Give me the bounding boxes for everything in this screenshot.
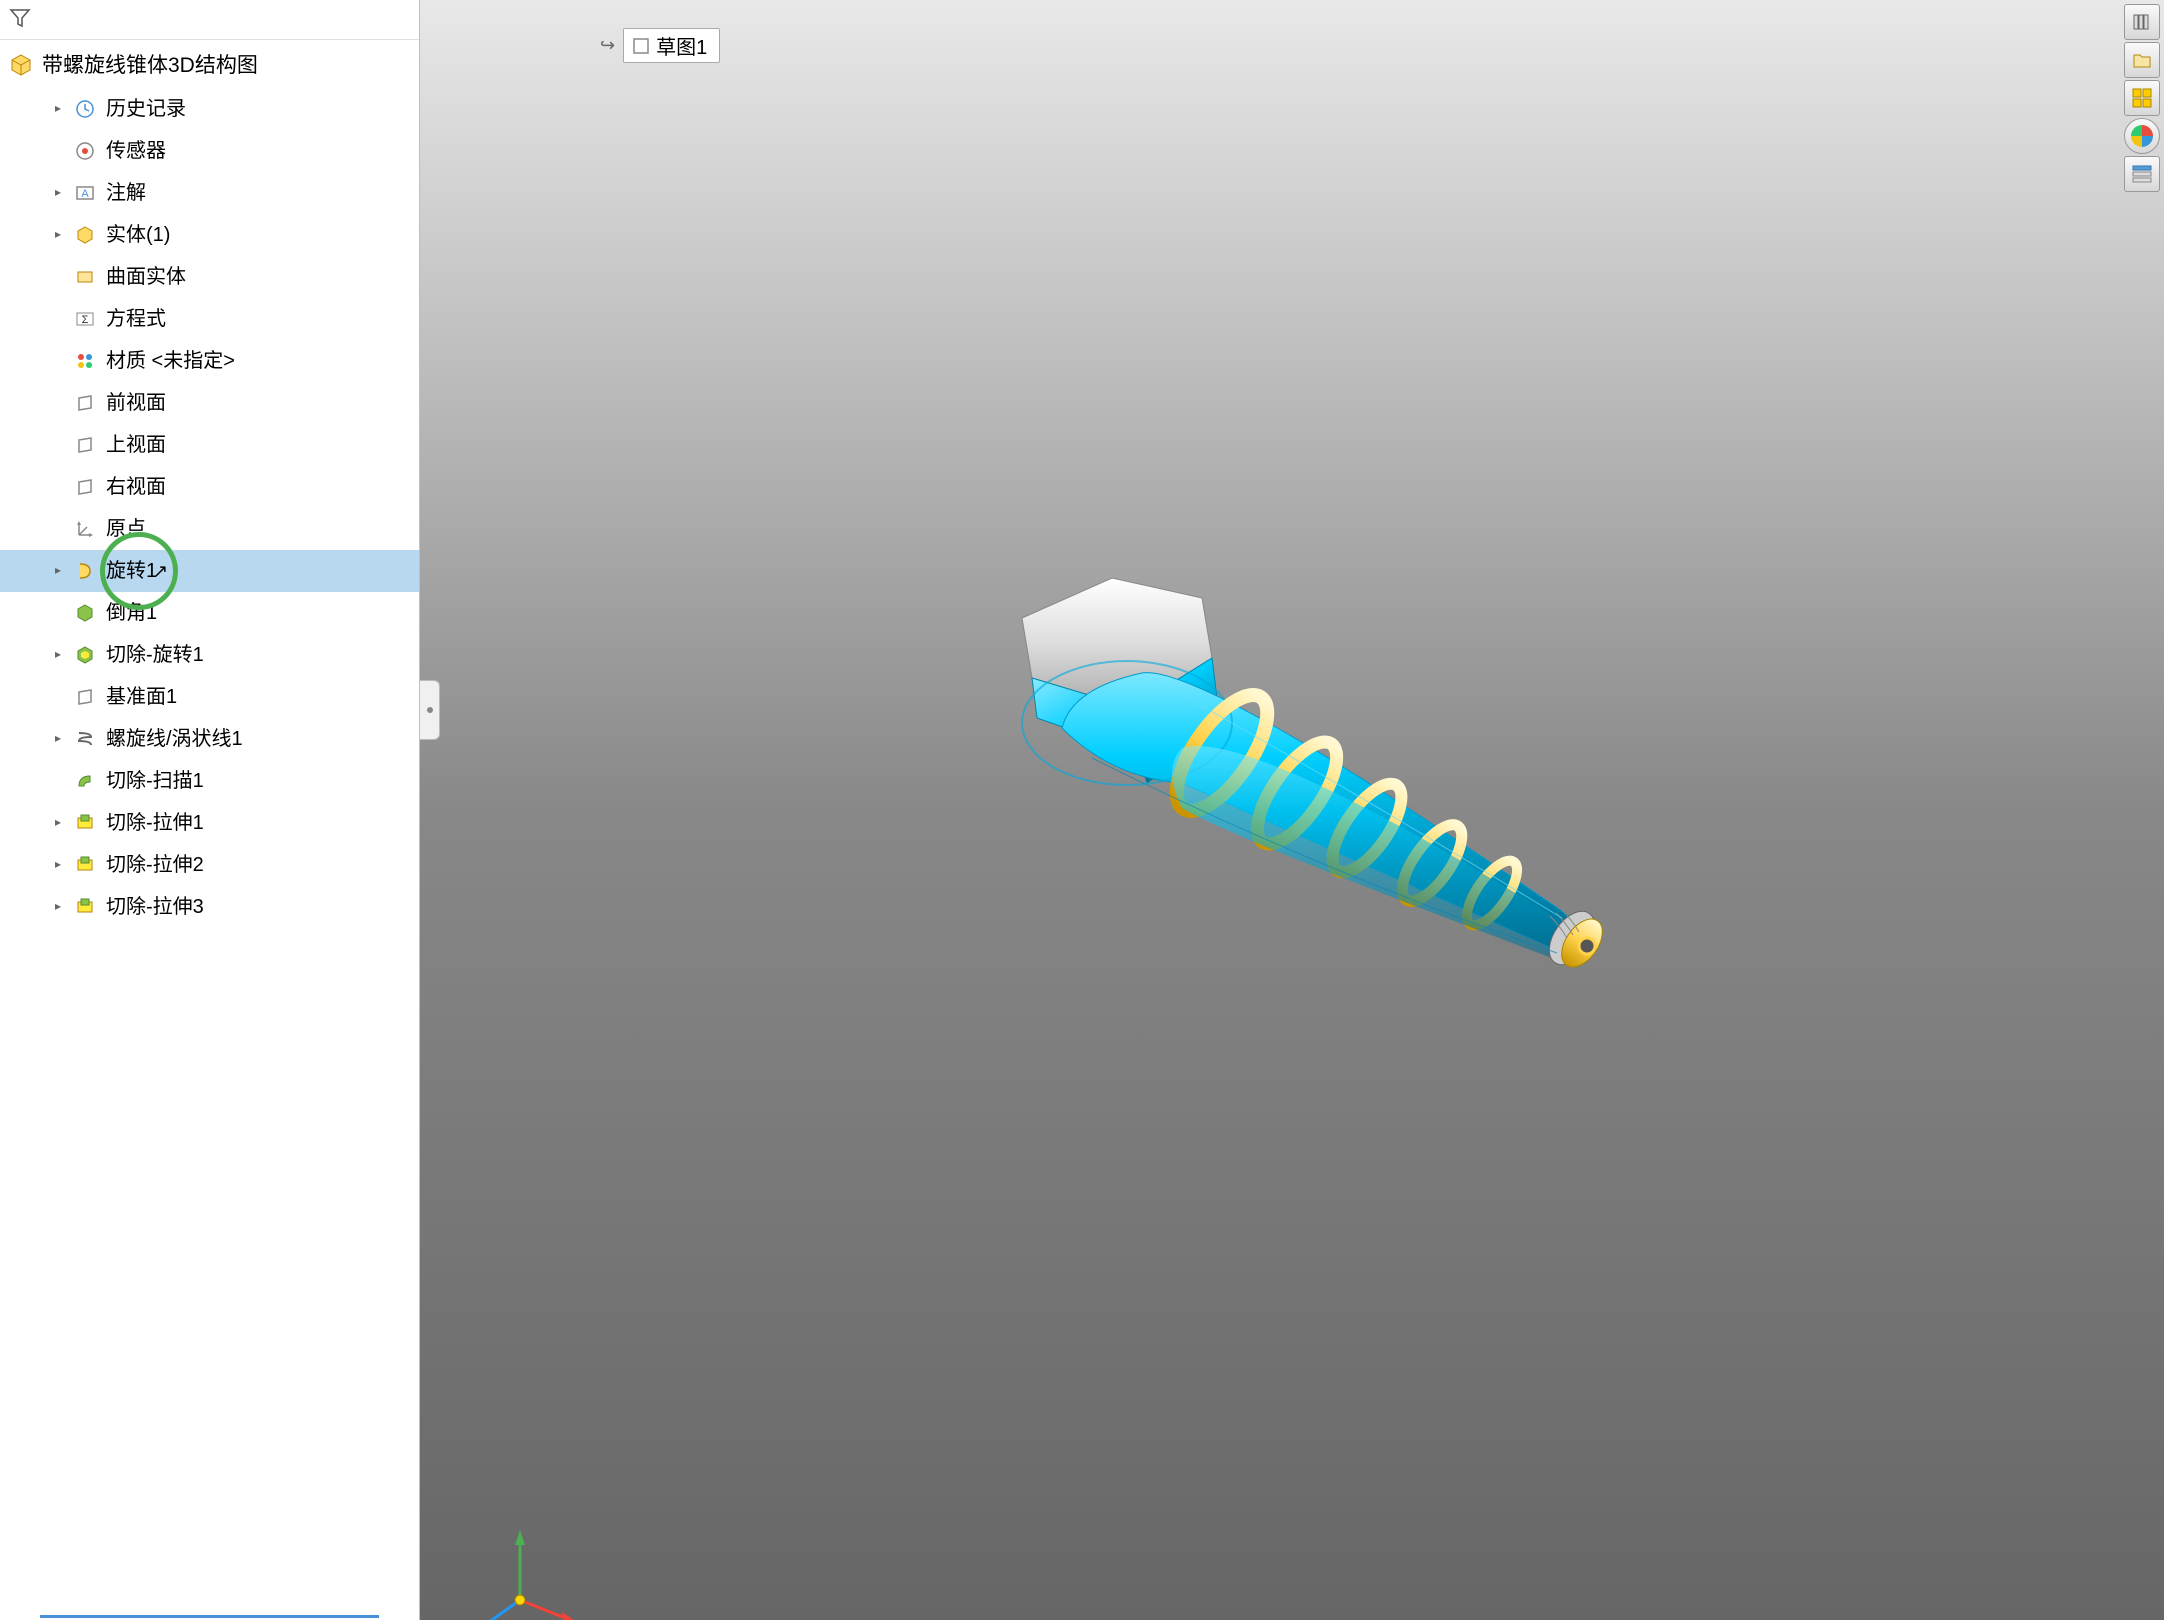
3d-viewport[interactable]: ↪ 草图1: [420, 0, 2164, 1620]
breadcrumb: ↪ 草图1: [600, 28, 720, 63]
tree-item-0[interactable]: ▸ 历史记录: [0, 88, 419, 130]
expand-arrow-icon[interactable]: ▸: [48, 812, 68, 834]
tree-item-label: 切除-拉伸2: [106, 847, 204, 883]
cutextrude-icon: [72, 852, 98, 878]
tree-item-label: 实体(1): [106, 217, 170, 253]
tree-item-label: 螺旋线/涡状线1: [106, 721, 243, 757]
tree-item-label: 切除-旋转1: [106, 637, 204, 673]
expand-arrow-icon[interactable]: ▸: [48, 224, 68, 246]
plane-icon: [72, 432, 98, 458]
tree-item-7[interactable]: 前视面: [0, 382, 419, 424]
annotation-icon: A: [72, 180, 98, 206]
expand-arrow-icon[interactable]: ▸: [48, 728, 68, 750]
expand-arrow-icon[interactable]: ▸: [48, 644, 68, 666]
tree-item-label: 材质 <未指定>: [106, 343, 235, 379]
sidebar-collapse-handle[interactable]: [420, 680, 440, 740]
tree-item-19[interactable]: ▸ 切除-拉伸3: [0, 886, 419, 928]
sensor-icon: [72, 138, 98, 164]
svg-text:A: A: [81, 188, 89, 200]
toolbar-folder[interactable]: [2124, 42, 2160, 78]
expand-arrow-icon[interactable]: ▸: [48, 896, 68, 918]
svg-text:Σ: Σ: [82, 314, 89, 326]
filter-row: [0, 2, 419, 40]
expand-arrow-icon[interactable]: ▸: [48, 854, 68, 876]
toolbar-appearance[interactable]: [2124, 118, 2160, 154]
filter-icon[interactable]: [8, 6, 32, 30]
cutsweep-icon: [72, 768, 98, 794]
tree-item-label: 上视面: [106, 427, 166, 463]
3d-model: [932, 498, 1652, 1058]
tree-item-15[interactable]: ▸ 螺旋线/涡状线1: [0, 718, 419, 760]
tree-item-14[interactable]: 基准面1: [0, 676, 419, 718]
expand-arrow-icon[interactable]: ▸: [48, 182, 68, 204]
breadcrumb-arrow-icon: ↪: [600, 35, 615, 56]
toolbar-books[interactable]: [2124, 4, 2160, 40]
history-icon: [72, 96, 98, 122]
tree-item-17[interactable]: ▸ 切除-拉伸1: [0, 802, 419, 844]
tree-item-label: 旋转1: [106, 553, 157, 589]
right-toolbar: [2124, 4, 2160, 192]
tree-item-label: 历史记录: [106, 91, 186, 127]
sketch-icon: [632, 37, 650, 55]
plane-icon: [72, 684, 98, 710]
feature-tree-sidebar: 带螺旋线锥体3D结构图 ▸ 历史记录传感器 ▸ A 注解 ▸ 实体(1) 曲面实体 Σ 方程式材质…: [0, 0, 420, 1620]
origin-icon: [72, 516, 98, 542]
tree-item-9[interactable]: 右视面: [0, 466, 419, 508]
tree-item-16[interactable]: 切除-扫描1: [0, 760, 419, 802]
tree-item-10[interactable]: 原点: [0, 508, 419, 550]
expand-arrow-icon[interactable]: ▸: [48, 560, 68, 582]
tree-item-label: 原点: [106, 511, 146, 547]
tree-item-label: 曲面实体: [106, 259, 186, 295]
toolbar-list[interactable]: [2124, 156, 2160, 192]
tree-item-4[interactable]: 曲面实体: [0, 256, 419, 298]
tree-item-label: 传感器: [106, 133, 166, 169]
tree-item-label: 基准面1: [106, 679, 177, 715]
breadcrumb-item[interactable]: 草图1: [623, 28, 720, 63]
plane-icon: [72, 390, 98, 416]
tree-item-label: 前视面: [106, 385, 166, 421]
tree-item-label: 切除-扫描1: [106, 763, 204, 799]
expand-arrow-icon[interactable]: ▸: [48, 98, 68, 120]
tree-item-18[interactable]: ▸ 切除-拉伸2: [0, 844, 419, 886]
tree-item-label: 右视面: [106, 469, 166, 505]
tree-item-1[interactable]: 传感器: [0, 130, 419, 172]
tree-item-8[interactable]: 上视面: [0, 424, 419, 466]
tree-item-13[interactable]: ▸ 切除-旋转1: [0, 634, 419, 676]
chamfer-icon: [72, 600, 98, 626]
tree-item-5[interactable]: Σ 方程式: [0, 298, 419, 340]
tree-root-label: 带螺旋线锥体3D结构图: [42, 47, 258, 85]
tree-item-label: 切除-拉伸3: [106, 889, 204, 925]
tree-item-label: 方程式: [106, 301, 166, 337]
tree-item-11[interactable]: ▸旋转1↖: [0, 550, 419, 592]
surface-icon: [72, 264, 98, 290]
cutextrude-icon: [72, 894, 98, 920]
equation-icon: Σ: [72, 306, 98, 332]
revolve-icon: [72, 558, 98, 584]
solid-icon: [72, 222, 98, 248]
tree-item-3[interactable]: ▸ 实体(1): [0, 214, 419, 256]
cutextrude-icon: [72, 810, 98, 836]
part-icon: [8, 53, 34, 79]
tree-item-label: 注解: [106, 175, 146, 211]
tree-item-label: 切除-拉伸1: [106, 805, 204, 841]
sidebar-separator: [40, 1615, 379, 1618]
toolbar-panels[interactable]: [2124, 80, 2160, 116]
feature-tree: 带螺旋线锥体3D结构图 ▸ 历史记录传感器 ▸ A 注解 ▸ 实体(1) 曲面实体 Σ 方程式材质…: [0, 40, 419, 1615]
tree-root[interactable]: 带螺旋线锥体3D结构图: [0, 44, 419, 88]
tree-item-6[interactable]: 材质 <未指定>: [0, 340, 419, 382]
material-icon: [72, 348, 98, 374]
cutrevolve-icon: [72, 642, 98, 668]
tree-item-12[interactable]: 倒角1: [0, 592, 419, 634]
helix-icon: [72, 726, 98, 752]
plane-icon: [72, 474, 98, 500]
tree-item-label: 倒角1: [106, 595, 157, 631]
tree-item-2[interactable]: ▸ A 注解: [0, 172, 419, 214]
axis-triad: [470, 1510, 590, 1620]
breadcrumb-label: 草图1: [656, 31, 707, 60]
